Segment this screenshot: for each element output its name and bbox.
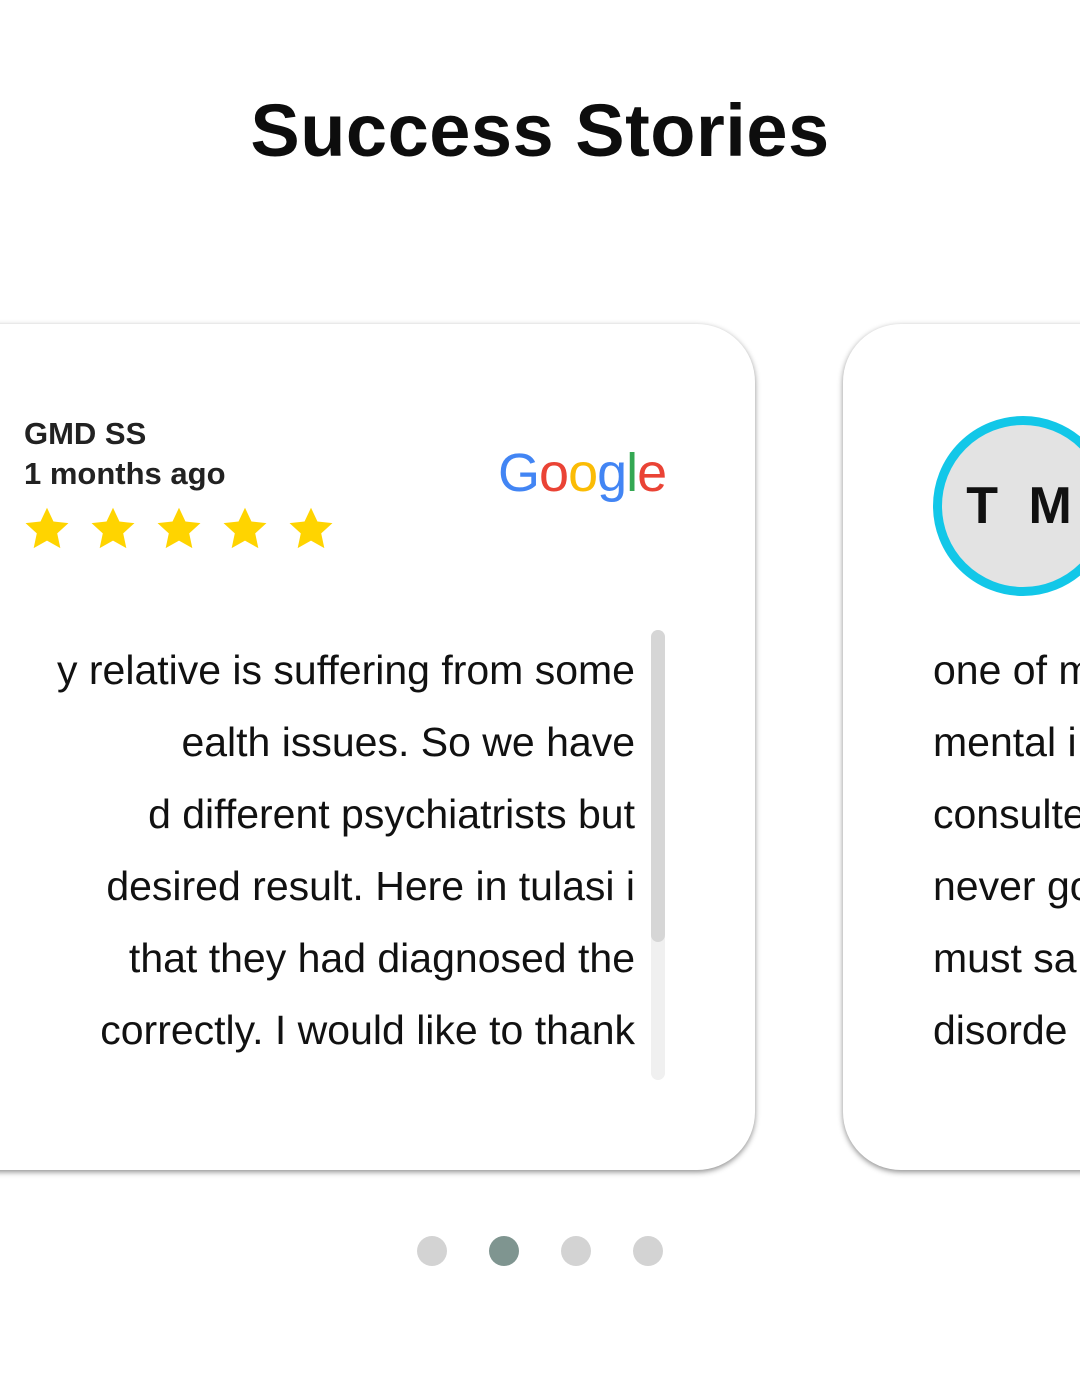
review-text-line: ealth issues. So we have bbox=[181, 719, 635, 765]
google-logo: Google bbox=[498, 443, 667, 503]
review-text-line: must sa bbox=[933, 935, 1077, 981]
reviewer-name: GMD SS bbox=[24, 416, 147, 451]
star-rating bbox=[22, 504, 336, 554]
star-icon bbox=[91, 507, 135, 549]
scrollbar-thumb[interactable] bbox=[651, 630, 665, 942]
review-time: 1 months ago bbox=[24, 456, 226, 491]
review-text-line: y relative is suffering from some bbox=[56, 647, 635, 693]
review-text[interactable]: one of m mental i consulte never go must… bbox=[933, 634, 1080, 1066]
review-text-line: never go bbox=[933, 863, 1080, 909]
reviews-carousel[interactable]: GMD SS 1 months ago Google y relative is… bbox=[0, 0, 1080, 1379]
pagination-dot-active[interactable] bbox=[489, 1236, 519, 1266]
star-icon bbox=[289, 507, 333, 549]
review-text[interactable]: y relative is suffering from some ealth … bbox=[0, 634, 635, 1066]
star-icon bbox=[223, 507, 267, 549]
review-text-line: desired result. Here in tulasi i bbox=[106, 863, 635, 909]
review-text-line: disorde bbox=[933, 1007, 1068, 1053]
star-icon bbox=[157, 507, 201, 549]
avatar: T M bbox=[933, 416, 1080, 596]
review-card[interactable]: GMD SS 1 months ago Google y relative is… bbox=[0, 324, 755, 1170]
pagination-dot[interactable] bbox=[417, 1236, 447, 1266]
pagination-dot[interactable] bbox=[561, 1236, 591, 1266]
review-scrollbar[interactable] bbox=[651, 630, 665, 1080]
review-text-line: one of m bbox=[933, 647, 1080, 693]
review-text-line: that they had diagnosed the bbox=[128, 935, 635, 981]
carousel-pagination bbox=[417, 1236, 663, 1266]
review-text-line: d different psychiatrists but bbox=[148, 791, 635, 837]
review-text-line: mental i bbox=[933, 719, 1077, 765]
review-text-line: correctly. I would like to thank bbox=[100, 1007, 635, 1053]
pagination-dot[interactable] bbox=[633, 1236, 663, 1266]
review-text-line: consulte bbox=[933, 791, 1080, 837]
review-card[interactable]: T M one of m mental i consulte never go … bbox=[843, 324, 1080, 1170]
star-icon bbox=[25, 507, 69, 549]
